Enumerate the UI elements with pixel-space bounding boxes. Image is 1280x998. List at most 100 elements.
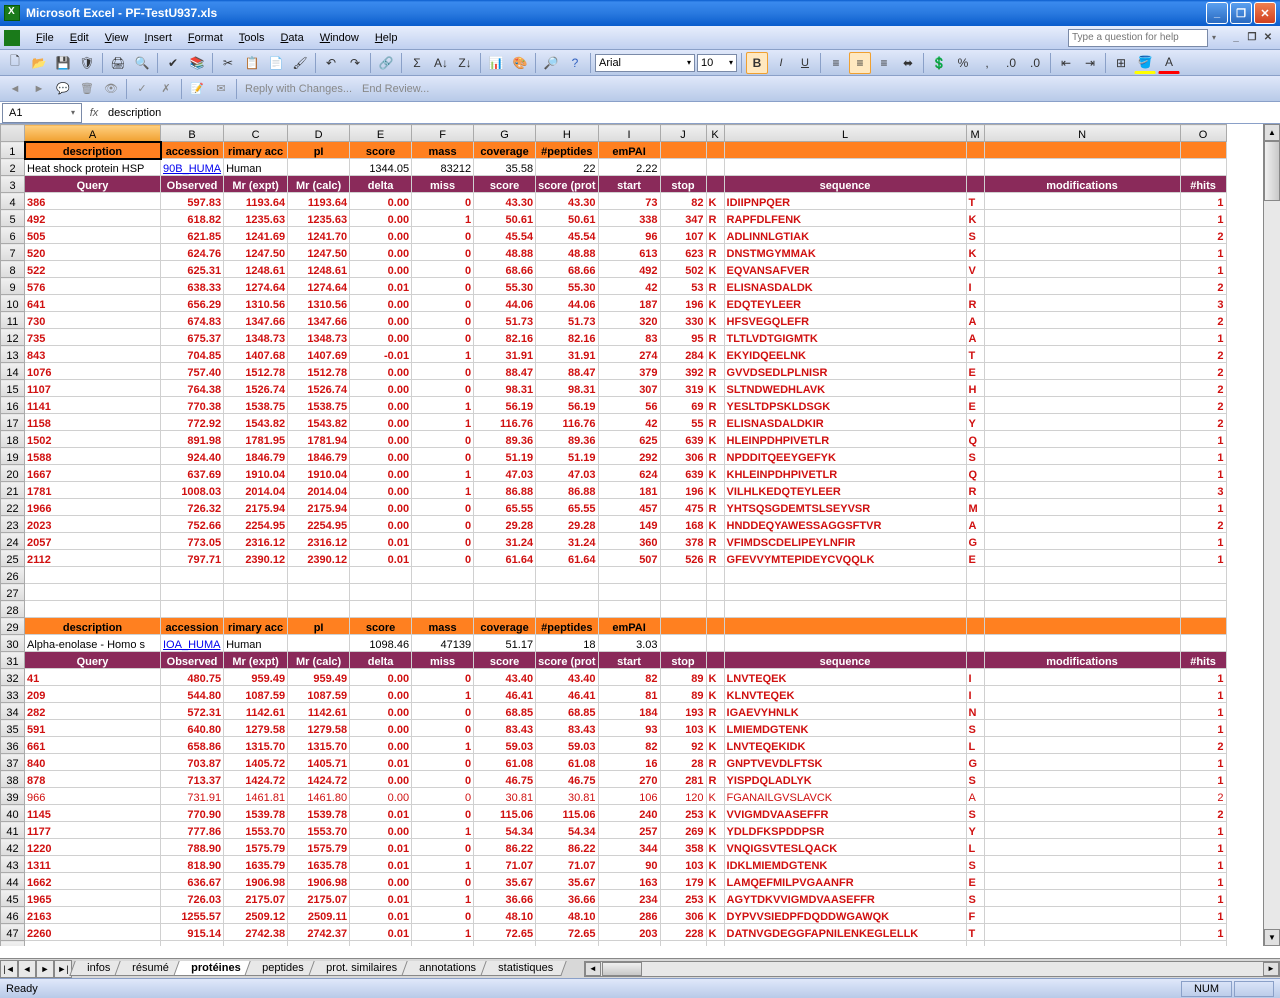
cell[interactable]: #hits (1180, 652, 1226, 669)
cell[interactable]: Human (224, 159, 288, 176)
cell[interactable]: 658.86 (161, 737, 224, 754)
cell[interactable]: 995.81 (161, 941, 224, 947)
cell[interactable] (706, 142, 724, 159)
cell[interactable]: 378 (660, 533, 706, 550)
cell[interactable]: YDLDFKSPDDPSR (724, 822, 966, 839)
cell[interactable]: 1502 (25, 431, 161, 448)
cell[interactable]: KHLEINPDHPIVETLR (724, 465, 966, 482)
cell[interactable]: 0.01 (350, 550, 412, 567)
cell[interactable]: 0.00 (350, 465, 412, 482)
cell[interactable]: pI (288, 142, 350, 159)
cell[interactable]: 89 (660, 686, 706, 703)
row-header[interactable]: 1 (1, 142, 25, 159)
cell[interactable]: 1 (1180, 873, 1226, 890)
row-header[interactable]: 47 (1, 924, 25, 941)
cell[interactable]: 1142.61 (224, 703, 288, 720)
row-header[interactable]: 44 (1, 873, 25, 890)
cell[interactable]: 1 (412, 465, 474, 482)
sheet-tab-protéines[interactable]: protéines (173, 961, 254, 976)
cell[interactable]: 53 (660, 278, 706, 295)
row-header[interactable]: 9 (1, 278, 25, 295)
cell[interactable] (984, 210, 1180, 227)
cell[interactable]: R (706, 278, 724, 295)
cell[interactable]: 1344.05 (350, 159, 412, 176)
cell[interactable]: 777.86 (161, 822, 224, 839)
col-header[interactable]: A (25, 125, 161, 142)
cell[interactable]: rimary acc (224, 142, 288, 159)
cell[interactable]: R (966, 482, 984, 499)
redo-button[interactable]: ↷ (344, 52, 366, 74)
cell[interactable]: 2 (1180, 278, 1226, 295)
cell[interactable]: 81 (598, 686, 660, 703)
cell[interactable]: 0 (412, 550, 474, 567)
cell[interactable]: 1248.61 (288, 261, 350, 278)
cell[interactable]: 770.38 (161, 397, 224, 414)
col-header[interactable]: G (474, 125, 536, 142)
cell[interactable]: 624.76 (161, 244, 224, 261)
row-header[interactable]: 10 (1, 295, 25, 312)
cell[interactable]: A (966, 312, 984, 329)
cell[interactable]: EDQTEYLEER (724, 295, 966, 312)
cell[interactable]: emPAI (598, 142, 660, 159)
cell[interactable]: VVIGMDVAASEFFR (724, 805, 966, 822)
undo-button[interactable]: ↶ (320, 52, 342, 74)
menu-edit[interactable]: Edit (62, 30, 97, 46)
cell[interactable]: 193 (660, 703, 706, 720)
cell[interactable]: 625.31 (161, 261, 224, 278)
cell[interactable]: 1 (412, 686, 474, 703)
cell[interactable]: 41 (25, 669, 161, 686)
cell[interactable]: 0.01 (350, 805, 412, 822)
rev-mail-button[interactable]: ✉ (210, 78, 232, 100)
cell[interactable]: pI (288, 618, 350, 635)
cell[interactable]: 502 (660, 261, 706, 278)
row-header[interactable]: 23 (1, 516, 25, 533)
cell[interactable] (984, 618, 1180, 635)
cell[interactable]: 2742.37 (288, 924, 350, 941)
cell[interactable]: 234 (598, 890, 660, 907)
cell[interactable]: accession (161, 142, 224, 159)
cell[interactable]: 752.66 (161, 516, 224, 533)
close-button[interactable]: ✕ (1254, 2, 1276, 24)
rev-new-button[interactable]: 💬 (52, 78, 74, 100)
cell[interactable]: RAPFDLFENK (724, 210, 966, 227)
cell[interactable]: S (966, 805, 984, 822)
cell[interactable]: 544.80 (161, 686, 224, 703)
cell[interactable]: 959.49 (224, 669, 288, 686)
cell[interactable]: 1 (1180, 924, 1226, 941)
cell[interactable]: Mr (expt) (224, 652, 288, 669)
cell[interactable]: SFIKDYPVVSIEDPFDQDDWGAWQK (724, 941, 966, 947)
cell[interactable]: YISPDQLADLYK (724, 771, 966, 788)
cell[interactable]: EKYIDQEELNK (724, 346, 966, 363)
cell[interactable]: 1279.58 (224, 720, 288, 737)
cell[interactable]: 68.66 (536, 261, 598, 278)
cell[interactable]: 1553.70 (224, 822, 288, 839)
cell[interactable]: R (706, 363, 724, 380)
cell[interactable]: 0 (412, 720, 474, 737)
cell[interactable] (984, 397, 1180, 414)
row-header[interactable]: 18 (1, 431, 25, 448)
cell[interactable]: 1 (1180, 193, 1226, 210)
cell[interactable]: 2014.04 (224, 482, 288, 499)
cell[interactable]: 0.00 (350, 244, 412, 261)
cell[interactable]: score (prot (536, 652, 598, 669)
cell[interactable]: 1235.63 (288, 210, 350, 227)
cell[interactable]: M (966, 499, 984, 516)
cell[interactable]: 1087.59 (288, 686, 350, 703)
merge-button[interactable]: ⬌ (897, 52, 919, 74)
cell[interactable]: 1 (1180, 890, 1226, 907)
cell[interactable]: 0 (412, 754, 474, 771)
font-size-select[interactable]: 10▾ (697, 54, 737, 72)
row-header[interactable]: 35 (1, 720, 25, 737)
cell[interactable]: 704.85 (161, 346, 224, 363)
row-header[interactable]: 6 (1, 227, 25, 244)
cell[interactable]: 1310.56 (224, 295, 288, 312)
cell[interactable]: 1407.69 (288, 346, 350, 363)
new-button[interactable]: 🗋 (4, 52, 26, 74)
spreadsheet-grid[interactable]: ABCDEFGHIJKLMNO1descriptionaccessionrima… (0, 124, 1227, 946)
cell[interactable]: 1241.70 (288, 227, 350, 244)
cell[interactable]: 44.06 (536, 295, 598, 312)
maximize-button[interactable]: ❐ (1230, 2, 1252, 24)
cell[interactable]: Query (25, 176, 161, 193)
cell[interactable]: 95 (660, 329, 706, 346)
cell[interactable]: T (966, 924, 984, 941)
